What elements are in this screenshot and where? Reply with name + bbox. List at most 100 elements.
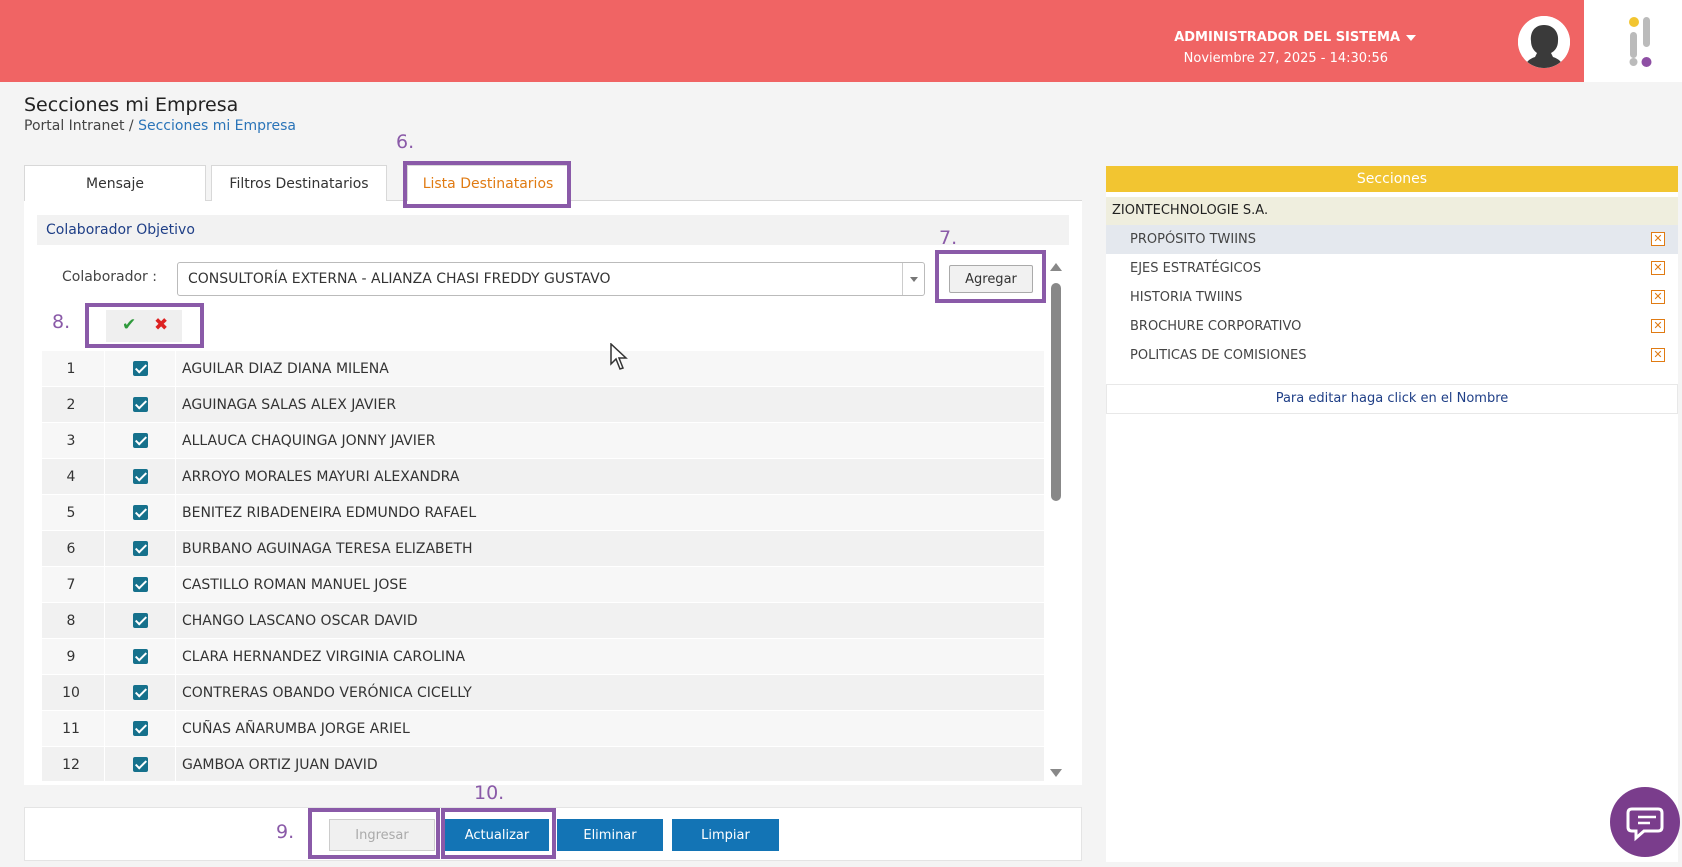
scroll-down-icon[interactable] <box>1050 769 1062 777</box>
chevron-down-icon[interactable] <box>1406 34 1416 41</box>
row-checkbox[interactable] <box>132 721 148 736</box>
user-name: ADMINISTRADOR DEL SISTEMA <box>1174 30 1400 45</box>
list-scrollbar[interactable] <box>1047 261 1065 779</box>
list-item[interactable]: EJES ESTRATÉGICOS ✕ <box>1106 254 1678 283</box>
breadcrumb-root[interactable]: Portal Intranet <box>24 118 124 134</box>
breadcrumb: Portal Intranet / Secciones mi Empresa <box>24 118 296 134</box>
actualizar-button[interactable]: Actualizar <box>445 819 549 851</box>
row-checkbox[interactable] <box>132 505 148 520</box>
row-checkbox-cell <box>104 459 176 494</box>
table-row: 9 CLARA HERNANDEZ VIRGINIA CAROLINA <box>42 639 1044 675</box>
delete-icon[interactable]: ✕ <box>1651 348 1665 362</box>
row-checkbox[interactable] <box>132 757 148 772</box>
breadcrumb-current[interactable]: Secciones mi Empresa <box>138 118 296 134</box>
avatar[interactable] <box>1518 16 1570 68</box>
row-checkbox-cell <box>104 423 176 458</box>
chat-button[interactable] <box>1610 787 1680 857</box>
list-item[interactable]: HISTORIA TWIINS ✕ <box>1106 283 1678 312</box>
user-menu[interactable]: ADMINISTRADOR DEL SISTEMA <box>1174 30 1416 45</box>
row-number: 4 <box>66 469 76 485</box>
row-name: CHANGO LASCANO OSCAR DAVID <box>182 613 418 629</box>
delete-icon[interactable]: ✕ <box>1651 290 1665 304</box>
delete-icon[interactable]: ✕ <box>1651 261 1665 275</box>
brand-logo[interactable] <box>1584 0 1682 82</box>
row-checkbox-cell <box>104 495 176 530</box>
list-item[interactable]: POLITICAS DE COMISIONES ✕ <box>1106 341 1678 370</box>
section-name[interactable]: POLITICAS DE COMISIONES <box>1130 348 1307 363</box>
row-checkbox-cell <box>104 675 176 710</box>
step-label-6: 6. <box>396 131 415 153</box>
row-checkbox[interactable] <box>132 541 148 556</box>
list-item[interactable]: BROCHURE CORPORATIVO ✕ <box>1106 312 1678 341</box>
row-checkbox-cell <box>104 567 176 602</box>
row-checkbox-cell <box>104 351 176 386</box>
row-name: BURBANO AGUINAGA TERESA ELIZABETH <box>182 541 473 557</box>
row-name: ARROYO MORALES MAYURI ALEXANDRA <box>182 469 460 485</box>
row-name: GAMBOA ORTIZ JUAN DAVID <box>182 757 378 773</box>
scrollbar-thumb[interactable] <box>1051 283 1061 501</box>
table-row: 5 BENITEZ RIBADENEIRA EDMUNDO RAFAEL <box>42 495 1044 531</box>
row-number: 6 <box>66 541 76 557</box>
row-checkbox[interactable] <box>132 397 148 412</box>
row-checkbox[interactable] <box>132 577 148 592</box>
row-checkbox-cell <box>104 747 176 781</box>
scroll-up-icon[interactable] <box>1050 263 1062 271</box>
eliminar-button[interactable]: Eliminar <box>557 819 663 851</box>
main-panel: Mensaje Filtros Destinatarios Lista Dest… <box>24 165 1082 785</box>
row-checkbox[interactable] <box>132 469 148 484</box>
row-checkbox[interactable] <box>132 685 148 700</box>
tab-label: Filtros Destinatarios <box>229 175 369 192</box>
colaborador-label: Colaborador : <box>62 269 157 285</box>
row-number: 3 <box>66 433 76 449</box>
tab-label: Lista Destinatarios <box>422 175 554 192</box>
list-item[interactable]: PROPÓSITO TWIINS ✕ <box>1106 225 1678 254</box>
recipients-table: 1 AGUILAR DIAZ DIANA MILENA 2 AGUINAGA SAL… <box>42 351 1044 781</box>
row-checkbox[interactable] <box>132 433 148 448</box>
tab-mensaje[interactable]: Mensaje <box>24 165 206 201</box>
row-number: 11 <box>62 721 80 737</box>
step-label-7: 7. <box>939 227 958 249</box>
row-checkbox-cell <box>104 387 176 422</box>
top-header-bar: ADMINISTRADOR DEL SISTEMA Noviembre 27, … <box>0 0 1584 82</box>
ingresar-button[interactable]: Ingresar <box>329 819 435 851</box>
delete-icon[interactable]: ✕ <box>1651 319 1665 333</box>
step-label-10: 10. <box>474 782 505 804</box>
chat-icon <box>1626 807 1664 842</box>
tab-bar: Mensaje Filtros Destinatarios Lista Dest… <box>24 165 1082 201</box>
tab-label: Mensaje <box>86 175 144 192</box>
edit-hint: Para editar haga click en el Nombre <box>1106 384 1678 414</box>
row-checkbox-cell <box>104 531 176 566</box>
section-name[interactable]: BROCHURE CORPORATIVO <box>1130 319 1301 334</box>
uncheck-all-icon[interactable]: ✖ <box>154 315 168 335</box>
row-name: CLARA HERNANDEZ VIRGINIA CAROLINA <box>182 649 466 665</box>
section-name[interactable]: PROPÓSITO TWIINS <box>1130 232 1256 247</box>
current-datetime: Noviembre 27, 2025 - 14:30:56 <box>1183 51 1388 66</box>
row-number: 1 <box>66 361 76 377</box>
add-button[interactable]: Agregar <box>949 265 1033 293</box>
table-row: 1 AGUILAR DIAZ DIANA MILENA <box>42 351 1044 387</box>
delete-icon[interactable]: ✕ <box>1651 232 1665 246</box>
avatar-icon <box>1518 16 1570 68</box>
colaborador-select[interactable]: CONSULTORÍA EXTERNA - ALIANZA CHASI FRED… <box>177 262 925 296</box>
row-name: CONTRERAS OBANDO VERÓNICA CICELLY <box>182 685 472 701</box>
row-checkbox[interactable] <box>132 649 148 664</box>
table-row: 2 AGUINAGA SALAS ALEX JAVIER <box>42 387 1044 423</box>
row-checkbox[interactable] <box>132 613 148 628</box>
tab-lista-destinatarios[interactable]: Lista Destinatarios <box>407 165 569 201</box>
check-all-icon[interactable]: ✔ <box>122 315 136 335</box>
row-checkbox[interactable] <box>132 361 148 376</box>
section-name[interactable]: HISTORIA TWIINS <box>1130 290 1242 305</box>
chevron-down-icon[interactable] <box>902 263 924 295</box>
tab-filtros-destinatarios[interactable]: Filtros Destinatarios <box>211 165 387 201</box>
row-name: BENITEZ RIBADENEIRA EDMUNDO RAFAEL <box>182 505 477 521</box>
limpiar-button[interactable]: Limpiar <box>672 819 779 851</box>
section-name[interactable]: EJES ESTRATÉGICOS <box>1130 261 1261 276</box>
row-name: AGUINAGA SALAS ALEX JAVIER <box>182 397 397 413</box>
table-row: 6 BURBANO AGUINAGA TERESA ELIZABETH <box>42 531 1044 567</box>
section-title: Colaborador Objetivo <box>37 215 1069 245</box>
row-number: 2 <box>66 397 76 413</box>
table-row: 12 GAMBOA ORTIZ JUAN DAVID <box>42 747 1044 781</box>
row-number: 8 <box>66 613 76 629</box>
table-row: 7 CASTILLO ROMAN MANUEL JOSE <box>42 567 1044 603</box>
colaborador-select-value: CONSULTORÍA EXTERNA - ALIANZA CHASI FRED… <box>188 271 611 287</box>
